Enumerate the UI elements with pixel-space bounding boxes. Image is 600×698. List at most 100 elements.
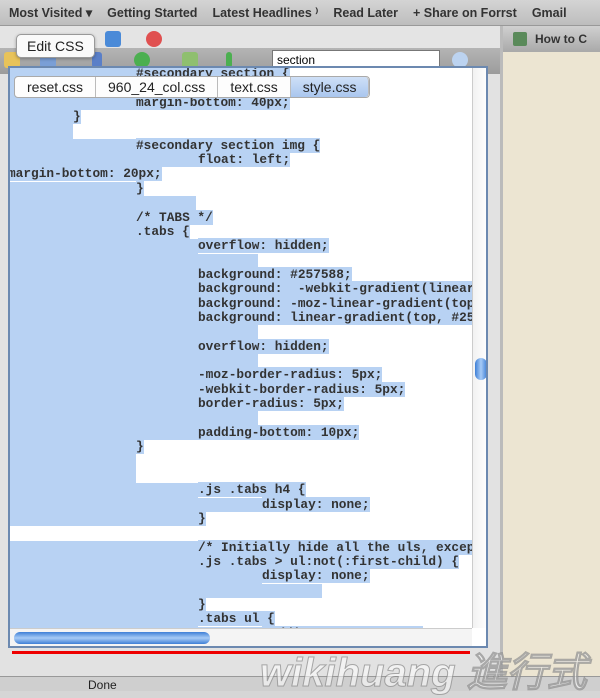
browser-tab[interactable]: How to C: [503, 26, 600, 52]
favicon-icon: [513, 32, 527, 46]
code-line: /* TABS */: [136, 209, 213, 225]
code-line: .tabs {: [136, 223, 190, 239]
code-line: }: [136, 180, 144, 196]
code-line: overflow: hidden;: [198, 238, 329, 254]
bookmark-item[interactable]: Getting Started: [107, 6, 197, 20]
code-line: background: linear-gradient(top, #257588: [198, 309, 486, 325]
code-text: }: [198, 596, 206, 612]
selection-block: [10, 397, 198, 412]
code-line: }: [198, 510, 206, 526]
bookmark-item[interactable]: + Share on Forrst: [413, 6, 517, 20]
selection-block: [10, 468, 136, 484]
selection-block: [10, 597, 198, 613]
selection-block: [10, 153, 198, 168]
code-line: background: -webkit-gradient(linear: [198, 281, 475, 297]
selection-block: [10, 382, 198, 398]
code-line: display: none;: [262, 568, 370, 584]
code-line: -webkit-border-radius: 5px;: [198, 381, 406, 397]
selection-block: [10, 540, 198, 555]
code-text: }: [136, 180, 144, 196]
tab-style-css[interactable]: style.css: [290, 77, 370, 97]
vertical-scrollbar[interactable]: [472, 68, 486, 628]
tab-960_24_col-css[interactable]: 960_24_col.css: [96, 77, 219, 97]
code-line: padding-bottom: 10px;: [198, 424, 360, 440]
code-line: display: none;: [262, 496, 370, 512]
code-line: .js .tabs > ul:not(:first-child) {: [198, 553, 460, 569]
bookmark-item[interactable]: Latest Headlines ⁾: [212, 5, 318, 20]
selection-block: [10, 411, 258, 426]
code-text: }: [198, 510, 206, 526]
code-text: background: -webkit-gradient(linear: [198, 281, 475, 297]
bookmark-item[interactable]: Most Visited ▾: [9, 5, 92, 20]
selection-block: [10, 425, 198, 441]
code-text: margin-bottom: 20px;: [8, 166, 162, 182]
code-text: #secondary section img {: [136, 137, 321, 153]
selection-block: [10, 454, 136, 469]
code-line: }: [198, 596, 206, 612]
code-text: }: [73, 109, 81, 125]
code-text: display: none;: [262, 496, 370, 512]
horizontal-scroll-thumb[interactable]: [14, 632, 210, 644]
code-line: .js .tabs h4 {: [198, 482, 306, 498]
code-text: .js .tabs > ul:not(:first-child) {: [198, 553, 460, 569]
selection-block: [10, 138, 136, 154]
code-line: /* Initially hide all the uls, except: [198, 539, 483, 555]
browser-page-panel: How to C: [500, 26, 600, 676]
code-text: /* Initially hide all the uls, except: [198, 539, 483, 555]
selection-block: [10, 325, 258, 340]
bookmark-item[interactable]: Gmail: [532, 6, 567, 20]
selection-block: [10, 224, 136, 240]
selection-block: [10, 282, 198, 297]
selection-block: [10, 196, 196, 211]
selection-block: [10, 339, 198, 355]
close-icon[interactable]: [146, 31, 162, 47]
code-line: #secondary section img {: [136, 137, 321, 153]
selection-block: [10, 612, 198, 627]
status-text: Done: [88, 678, 117, 692]
code-editor[interactable]: #secondary section {clear: both;margin-b…: [8, 66, 488, 648]
code-text: /* TABS */: [136, 209, 213, 225]
code-text: background: #257588;: [198, 266, 352, 282]
code-text: background: -moz-linear-gradient(top: [198, 295, 475, 311]
tooltip: Edit CSS: [16, 34, 95, 58]
selection-block: [10, 239, 198, 254]
selection-block: [10, 569, 262, 584]
selection-block: [10, 124, 73, 139]
selection-block: [10, 310, 198, 326]
bookmark-item[interactable]: Read Later: [333, 6, 398, 20]
watermark: wikihuang 進行式: [260, 651, 588, 696]
selection-block: [10, 583, 322, 598]
selection-block: [10, 210, 136, 225]
panel-toggle-icon[interactable]: [105, 31, 121, 47]
code-text: .js .tabs h4 {: [198, 482, 306, 498]
code-text: overflow: hidden;: [198, 338, 329, 354]
selection-block: [10, 368, 198, 383]
code-text: .tabs {: [136, 223, 190, 239]
selection-block: [10, 354, 258, 369]
code-line: border-radius: 5px;: [198, 396, 344, 412]
vertical-scroll-thumb[interactable]: [475, 358, 486, 380]
code-line: .tabs ul {: [198, 611, 275, 627]
code-text: }: [136, 439, 144, 455]
code-text: -webkit-border-radius: 5px;: [198, 381, 406, 397]
code-text: padding-bottom: 10px;: [198, 424, 360, 440]
code-text: -moz-border-radius: 5px;: [198, 367, 383, 383]
code-line: }: [136, 439, 144, 455]
code-line: background: -moz-linear-gradient(top: [198, 295, 475, 311]
tab-reset-css[interactable]: reset.css: [15, 77, 97, 97]
code-text: float: left;: [198, 152, 291, 168]
file-tabs: reset.css 960_24_col.css text.css style.css: [14, 76, 371, 98]
tab-text-css[interactable]: text.css: [218, 77, 291, 97]
selection-block: [10, 497, 262, 512]
code-text: .tabs ul {: [198, 611, 275, 627]
code-line: }: [73, 109, 81, 125]
code-line: -moz-border-radius: 5px;: [198, 367, 383, 383]
selection-block: [10, 483, 198, 498]
code-text: overflow: hidden;: [198, 238, 329, 254]
code-text: display: none;: [262, 568, 370, 584]
code-line: margin-bottom: 20px;: [8, 166, 162, 182]
code-text: background: linear-gradient(top, #257588: [198, 309, 486, 325]
selection-block: [10, 511, 198, 527]
code-text: border-radius: 5px;: [198, 396, 344, 412]
code-line: float: left;: [198, 152, 291, 168]
